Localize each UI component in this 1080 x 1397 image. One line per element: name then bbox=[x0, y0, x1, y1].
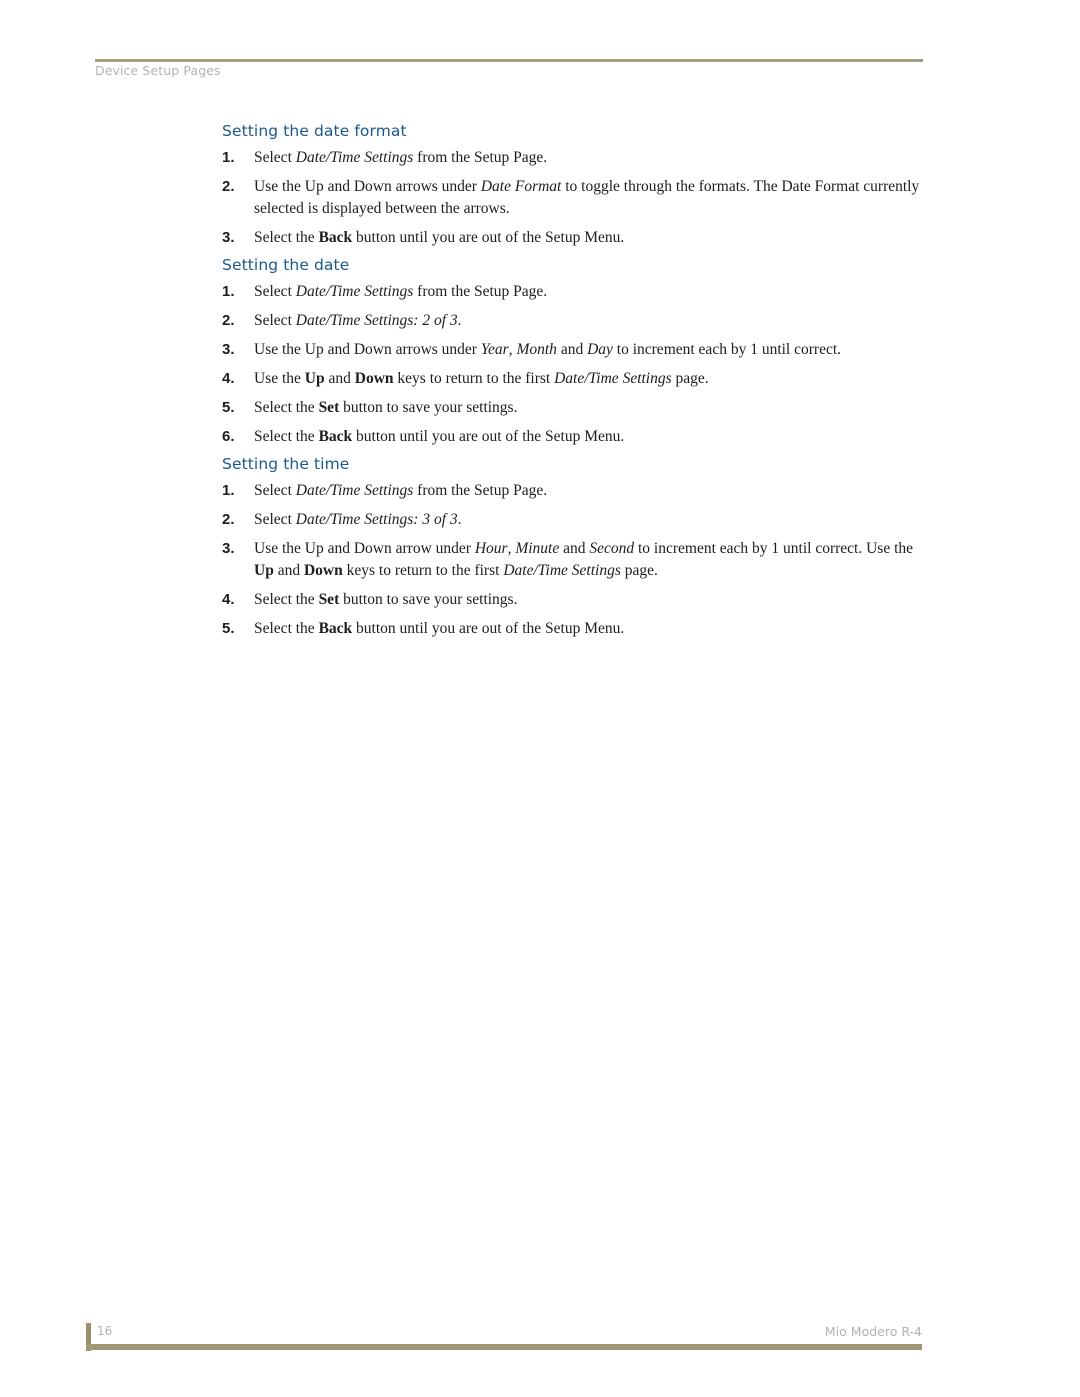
step-text: button to save your settings. bbox=[339, 399, 518, 416]
step-list: 1. Select Date/Time Settings from the Set… bbox=[222, 480, 922, 640]
step-text: keys to return to the first bbox=[342, 562, 504, 579]
step-text: Select the bbox=[254, 229, 319, 246]
page-number: 16 bbox=[97, 1324, 113, 1338]
step-number: 3. bbox=[222, 229, 235, 246]
list-item: 1. Select Date/Time Settings from the Set… bbox=[222, 480, 922, 502]
page-content: Setting the date format 1. Select Date/Tim… bbox=[222, 122, 922, 647]
step-text: . bbox=[457, 511, 462, 528]
step-text: Select bbox=[254, 149, 296, 166]
emphasis-text: Date/Time Settings: 2 of 3 bbox=[295, 312, 458, 329]
step-text: and bbox=[324, 370, 355, 387]
step-number: 2. bbox=[222, 178, 235, 195]
emphasis-text: Date/Time Settings: 3 of 3 bbox=[295, 511, 458, 528]
emphasis-text: Second bbox=[589, 540, 635, 557]
step-number: 2. bbox=[222, 511, 235, 528]
step-text: to increment each by 1 until correct. Us… bbox=[634, 540, 914, 557]
emphasis-text: Year bbox=[480, 341, 509, 358]
step-number: 4. bbox=[222, 370, 235, 387]
step-number: 5. bbox=[222, 399, 235, 416]
list-item: 2. Select Date/Time Settings: 3 of 3. bbox=[222, 509, 922, 531]
running-head: Device Setup Pages bbox=[95, 63, 221, 78]
emphasis-text: Hour bbox=[474, 540, 508, 557]
step-number: 6. bbox=[222, 428, 235, 445]
step-list: 1. Select Date/Time Settings from the Set… bbox=[222, 281, 922, 448]
emphasis-text: Date Format bbox=[480, 178, 562, 195]
step-text: Select bbox=[254, 511, 296, 528]
step-text: button until you are out of the Setup Me… bbox=[352, 428, 625, 445]
step-text: Select bbox=[254, 312, 296, 329]
step-text: button until you are out of the Setup Me… bbox=[352, 229, 625, 246]
step-number: 2. bbox=[222, 312, 235, 329]
emphasis-text: Date/Time Settings bbox=[503, 562, 621, 579]
list-item: 2. Select Date/Time Settings: 2 of 3. bbox=[222, 310, 922, 332]
emphasis-text: Date/Time Settings bbox=[295, 482, 414, 499]
strong-text: Set bbox=[318, 591, 340, 608]
section-heading: Setting the time bbox=[222, 455, 350, 473]
step-number: 5. bbox=[222, 620, 235, 637]
step-text: page. bbox=[671, 370, 709, 387]
step-text: button to save your settings. bbox=[339, 591, 518, 608]
strong-text: Back bbox=[318, 428, 353, 445]
strong-text: Up bbox=[304, 370, 325, 387]
step-number: 1. bbox=[222, 283, 235, 300]
list-item: 4. Use the Up and Down keys to return to … bbox=[222, 368, 922, 390]
list-item: 6. Select the Back button until you are o… bbox=[222, 426, 922, 448]
step-number: 3. bbox=[222, 540, 235, 557]
list-item: 4. Select the Set button to save your set… bbox=[222, 589, 922, 611]
list-item: 5. Select the Back button until you are o… bbox=[222, 618, 922, 640]
step-number: 3. bbox=[222, 341, 235, 358]
document-title: Mio Modero R-4 bbox=[824, 1324, 922, 1339]
step-text: Select the bbox=[254, 620, 319, 637]
step-number: 1. bbox=[222, 482, 235, 499]
list-item: 2. Use the Up and Down arrows under Date … bbox=[222, 176, 922, 220]
step-text: . bbox=[457, 312, 462, 329]
step-number: 4. bbox=[222, 591, 235, 608]
step-text: Use the Up and Down arrows under bbox=[254, 178, 481, 195]
step-text: Select the bbox=[254, 428, 319, 445]
step-text: and bbox=[559, 540, 590, 557]
emphasis-text: Date/Time Settings bbox=[295, 149, 414, 166]
list-item: 3. Select the Back button until you are o… bbox=[222, 227, 922, 249]
strong-text: Back bbox=[318, 229, 353, 246]
strong-text: Set bbox=[318, 399, 340, 416]
list-item: 3. Use the Up and Down arrow under Hour, … bbox=[222, 538, 922, 582]
step-list: 1. Select Date/Time Settings from the Set… bbox=[222, 147, 922, 249]
emphasis-text: Month bbox=[516, 341, 557, 358]
section-heading: Setting the date bbox=[222, 256, 350, 274]
list-item: 1. Select Date/Time Settings from the Set… bbox=[222, 147, 922, 169]
strong-text: Down bbox=[303, 562, 343, 579]
step-text: Use the bbox=[254, 370, 305, 387]
step-text: to increment each by 1 until correct. bbox=[612, 341, 842, 358]
step-text: from the Setup Page. bbox=[413, 283, 548, 300]
step-text: Select the bbox=[254, 399, 319, 416]
list-item: 1. Select Date/Time Settings from the Set… bbox=[222, 281, 922, 303]
step-text: and bbox=[273, 562, 304, 579]
emphasis-text: Date/Time Settings bbox=[295, 283, 414, 300]
step-text: page. bbox=[620, 562, 658, 579]
list-item: 5. Select the Set button to save your set… bbox=[222, 397, 922, 419]
emphasis-text: Date/Time Settings bbox=[554, 370, 672, 387]
list-item: 3. Use the Up and Down arrows under Year,… bbox=[222, 339, 922, 361]
step-text: keys to return to the first bbox=[393, 370, 555, 387]
step-text: from the Setup Page. bbox=[413, 149, 548, 166]
strong-text: Up bbox=[254, 562, 274, 579]
step-text: Select bbox=[254, 283, 296, 300]
strong-text: Back bbox=[318, 620, 353, 637]
footer-rule bbox=[86, 1344, 922, 1350]
step-text: Use the Up and Down arrows under bbox=[254, 341, 481, 358]
step-text: Select bbox=[254, 482, 296, 499]
step-number: 1. bbox=[222, 149, 235, 166]
header-rule bbox=[95, 59, 923, 62]
section-heading: Setting the date format bbox=[222, 122, 407, 140]
step-text: button until you are out of the Setup Me… bbox=[352, 620, 625, 637]
step-text: and bbox=[556, 341, 588, 358]
step-text: from the Setup Page. bbox=[413, 482, 548, 499]
step-text: Use the Up and Down arrow under bbox=[254, 540, 475, 557]
emphasis-text: Day bbox=[587, 341, 613, 358]
emphasis-text: Minute bbox=[515, 540, 560, 557]
strong-text: Down bbox=[354, 370, 394, 387]
step-text: Select the bbox=[254, 591, 319, 608]
